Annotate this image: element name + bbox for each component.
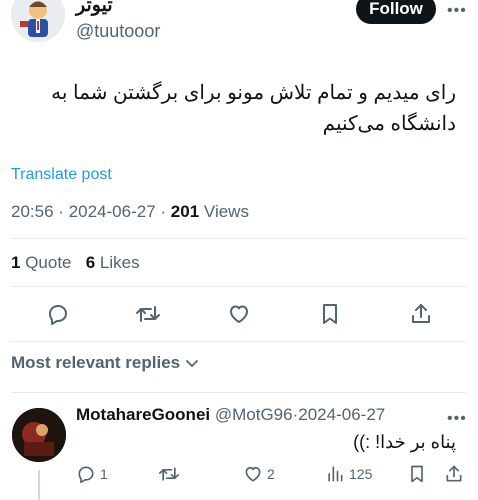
likes-link[interactable]: 6 Likes	[86, 253, 140, 272]
views-count: 201	[170, 202, 200, 221]
post-metadata: 20:56 · 2024-06-27 · 201 Views	[11, 202, 249, 222]
divider	[11, 286, 466, 287]
post-stats: 1 Quote 6 Likes	[11, 253, 140, 273]
reply-date[interactable]: 2024-06-27	[298, 405, 385, 424]
post-time[interactable]: 20:56	[11, 202, 54, 221]
thread-line	[38, 470, 40, 500]
share-icon	[446, 465, 462, 482]
more-icon[interactable]: •••	[447, 2, 467, 20]
retweet-icon	[158, 467, 179, 481]
author-avatar[interactable]	[11, 0, 65, 42]
bookmark-button[interactable]	[316, 300, 344, 328]
likes-label: Likes	[99, 253, 140, 272]
post-date[interactable]: 2024-06-27	[69, 202, 156, 221]
author-handle[interactable]: @tuutooor	[76, 21, 160, 42]
divider	[11, 392, 466, 393]
reply-reply-count: 1	[100, 466, 108, 482]
reply-button[interactable]	[44, 300, 72, 328]
bookmark-icon	[411, 465, 423, 483]
reply-author-name[interactable]: MotahareGoonei	[76, 405, 210, 424]
likes-count: 6	[85, 253, 96, 272]
reply-text: پناه بر خدا! :))	[353, 432, 456, 452]
divider	[11, 238, 466, 239]
follow-button[interactable]: Follow	[356, 0, 436, 24]
separator-dot: ·	[58, 202, 64, 221]
separator-dot: ·	[160, 202, 167, 221]
reply-repost-button[interactable]	[158, 462, 180, 486]
views-icon	[328, 466, 343, 482]
reply-author-handle[interactable]: @MotG96	[215, 405, 293, 424]
reply-share-button[interactable]	[444, 462, 464, 486]
heart-icon	[230, 305, 248, 323]
reply-icon	[49, 305, 67, 325]
reply-views-button[interactable]: 125	[325, 462, 372, 486]
reply-bookmark-button[interactable]	[407, 462, 427, 486]
like-button[interactable]	[225, 300, 253, 328]
divider	[11, 341, 466, 342]
repost-button[interactable]	[134, 300, 162, 328]
quotes-link[interactable]: 1 Quote	[11, 253, 72, 272]
views-label: Views	[203, 202, 249, 221]
reply-avatar[interactable]	[12, 408, 66, 462]
author-name[interactable]: تیوتر	[76, 0, 113, 17]
replies-sort-dropdown[interactable]: Most relevant replies	[11, 353, 200, 373]
translate-post-link[interactable]: Translate post	[11, 166, 112, 184]
share-icon	[412, 304, 430, 323]
reply-like-button[interactable]: 2	[243, 462, 275, 486]
reply-like-count: 2	[267, 466, 275, 482]
reply-view-count: 125	[349, 466, 373, 482]
quotes-label: Quote	[25, 253, 72, 272]
heart-icon	[245, 466, 261, 482]
chevron-down-icon	[186, 360, 199, 367]
share-button[interactable]	[407, 300, 435, 328]
post-text: رای میدیم و تمام تلاش مونو برای برگشتن ش…	[51, 82, 456, 135]
reply-header: MotahareGoonei @MotG96·2024-06-27	[76, 405, 385, 425]
retweet-icon	[136, 306, 160, 322]
quotes-count: 1	[11, 253, 21, 272]
reply-icon	[78, 466, 94, 484]
bookmark-icon	[323, 304, 337, 324]
replies-sort-label: Most relevant replies	[11, 353, 181, 372]
reply-more-icon[interactable]: •••	[447, 410, 467, 428]
reply-reply-button[interactable]: 1	[76, 462, 108, 486]
